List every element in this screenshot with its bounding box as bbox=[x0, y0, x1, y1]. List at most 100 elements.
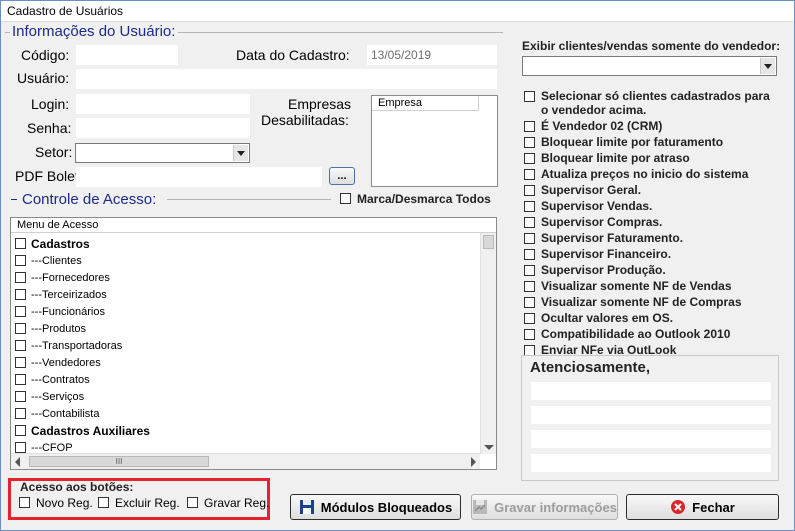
fechar-label: Fechar bbox=[692, 499, 735, 515]
button-access-title: Acesso aos botões: bbox=[20, 480, 134, 494]
option-checkbox[interactable] bbox=[524, 329, 535, 340]
option-checkbox[interactable] bbox=[524, 185, 535, 196]
option-checkbox[interactable] bbox=[524, 153, 535, 164]
access-control-title: Controle de Acesso: bbox=[22, 191, 157, 208]
data-cadastro-label: Data do Cadastro: bbox=[236, 47, 350, 63]
menu-access-checkbox[interactable] bbox=[15, 255, 26, 266]
option-checkbox[interactable] bbox=[524, 281, 535, 292]
vendor-select[interactable] bbox=[522, 56, 777, 76]
login-input[interactable] bbox=[76, 94, 250, 114]
scroll-thumb[interactable] bbox=[483, 235, 494, 249]
menu-column-header[interactable]: Menu de Acesso bbox=[11, 218, 496, 233]
empresas-list[interactable]: Empresa bbox=[371, 95, 498, 187]
menu-access-item[interactable]: Cadastros Auxiliares bbox=[15, 422, 150, 439]
menu-access-item[interactable]: Cadastros bbox=[15, 235, 90, 252]
scroll-right-icon[interactable] bbox=[471, 457, 476, 467]
menu-access-label: Cadastros Auxiliares bbox=[31, 423, 150, 438]
menu-access-checkbox[interactable] bbox=[15, 323, 26, 334]
menu-access-item[interactable]: ---Terceirizados bbox=[15, 286, 107, 303]
fechar-button[interactable]: Fechar bbox=[626, 494, 779, 520]
senha-label: Senha: bbox=[27, 120, 72, 136]
senha-input[interactable] bbox=[76, 118, 250, 138]
option-label: Bloquear limite por atraso bbox=[541, 151, 690, 165]
signature-line-1[interactable] bbox=[531, 382, 771, 400]
menu-access-label: ---CFOP bbox=[31, 441, 73, 454]
option-checkbox[interactable] bbox=[524, 137, 535, 148]
option-label: Selecionar só clientes cadastrados para … bbox=[541, 89, 770, 117]
save-disabled-icon bbox=[473, 500, 488, 514]
option-label: Supervisor Faturamento. bbox=[541, 231, 684, 245]
option-checkbox[interactable] bbox=[524, 249, 535, 260]
empresa-column-header[interactable]: Empresa bbox=[372, 96, 479, 111]
menu-access-item[interactable]: ---Fornecedores bbox=[15, 269, 110, 286]
option-label: Supervisor Compras. bbox=[541, 215, 663, 229]
option-label: Compatibilidade ao Outlook 2010 bbox=[541, 327, 731, 341]
setor-select[interactable] bbox=[75, 143, 250, 163]
chevron-down-icon[interactable] bbox=[233, 145, 248, 161]
toggle-all-label: Marca/Desmarca Todos bbox=[357, 192, 491, 206]
usuario-label: Usuário: bbox=[17, 70, 70, 86]
menu-access-checkbox[interactable] bbox=[15, 408, 26, 419]
menu-access-item[interactable]: ---Clientes bbox=[15, 252, 82, 269]
pdf-boleto-input[interactable] bbox=[76, 167, 322, 187]
group-line bbox=[11, 199, 17, 200]
menu-access-checkbox[interactable] bbox=[15, 238, 26, 249]
menu-access-checkbox[interactable] bbox=[15, 374, 26, 385]
gravar-reg-checkbox[interactable] bbox=[187, 497, 198, 508]
menu-access-checkbox[interactable] bbox=[15, 340, 26, 351]
scroll-left-icon[interactable] bbox=[15, 457, 20, 467]
browse-button[interactable]: ... bbox=[329, 167, 355, 185]
scroll-down-icon[interactable] bbox=[484, 445, 494, 450]
menu-access-item[interactable]: ---Contabilista bbox=[15, 405, 99, 422]
option-checkbox[interactable] bbox=[524, 265, 535, 276]
gravar-informacoes-button[interactable]: Gravar informações bbox=[471, 494, 618, 520]
option-label: Ocultar valores em OS. bbox=[541, 311, 674, 325]
novo-reg-checkbox[interactable] bbox=[19, 497, 30, 508]
menu-access-item[interactable]: ---Vendedores bbox=[15, 354, 101, 371]
menu-access-checkbox[interactable] bbox=[15, 442, 26, 453]
hscroll-thumb[interactable]: III bbox=[29, 456, 209, 467]
modulos-bloqueados-label: Módulos Bloqueados bbox=[320, 499, 453, 515]
codigo-input[interactable] bbox=[76, 45, 178, 65]
menu-access-checkbox[interactable] bbox=[15, 425, 26, 436]
menu-access-checkbox[interactable] bbox=[15, 306, 26, 317]
excluir-reg-checkbox[interactable] bbox=[98, 497, 109, 508]
option-checkbox[interactable] bbox=[524, 169, 535, 180]
option-checkbox[interactable] bbox=[524, 217, 535, 228]
menu-access-label: ---Contratos bbox=[31, 373, 90, 386]
toggle-all-checkbox[interactable] bbox=[340, 193, 351, 204]
option-checkbox[interactable] bbox=[524, 233, 535, 244]
signature-line-3[interactable] bbox=[531, 430, 771, 448]
menu-access-label: ---Vendedores bbox=[31, 356, 101, 369]
option-checkbox[interactable] bbox=[524, 201, 535, 212]
usuario-input[interactable] bbox=[76, 69, 497, 89]
signature-line-4[interactable] bbox=[531, 454, 771, 472]
menu-access-item[interactable]: ---Transportadoras bbox=[15, 337, 122, 354]
option-label: Visualizar somente NF de Compras bbox=[541, 295, 742, 309]
menu-access-item[interactable]: ---Contratos bbox=[15, 371, 90, 388]
menu-access-label: Cadastros bbox=[31, 236, 90, 251]
close-icon bbox=[671, 500, 686, 514]
menu-access-item[interactable]: ---Serviços bbox=[15, 388, 84, 405]
option-checkbox[interactable] bbox=[524, 313, 535, 324]
menu-access-item[interactable]: ---Produtos bbox=[15, 320, 86, 337]
menu-access-item[interactable]: ---Funcionários bbox=[15, 303, 105, 320]
chevron-down-icon[interactable] bbox=[760, 58, 775, 74]
modulos-bloqueados-button[interactable]: Módulos Bloqueados bbox=[290, 494, 461, 520]
excluir-reg-label: Excluir Reg. bbox=[115, 496, 180, 510]
menu-access-checkbox[interactable] bbox=[15, 357, 26, 368]
menu-access-label: ---Produtos bbox=[31, 322, 87, 335]
horizontal-scrollbar[interactable]: III bbox=[11, 453, 480, 469]
option-checkbox[interactable] bbox=[524, 91, 535, 102]
option-checkbox[interactable] bbox=[524, 297, 535, 308]
vertical-scrollbar[interactable] bbox=[480, 233, 496, 454]
menu-access-checkbox[interactable] bbox=[15, 272, 26, 283]
menu-access-label: ---Transportadoras bbox=[31, 339, 123, 352]
menu-access-checkbox[interactable] bbox=[15, 391, 26, 402]
menu-access-checkbox[interactable] bbox=[15, 289, 26, 300]
menu-access-label: ---Clientes bbox=[31, 254, 82, 267]
signature-line-2[interactable] bbox=[531, 406, 771, 424]
option-checkbox[interactable] bbox=[524, 121, 535, 132]
access-menu-list[interactable]: Menu de Acesso Cadastros ---Clientes ---Fo… bbox=[10, 217, 497, 470]
group-line bbox=[5, 32, 10, 33]
